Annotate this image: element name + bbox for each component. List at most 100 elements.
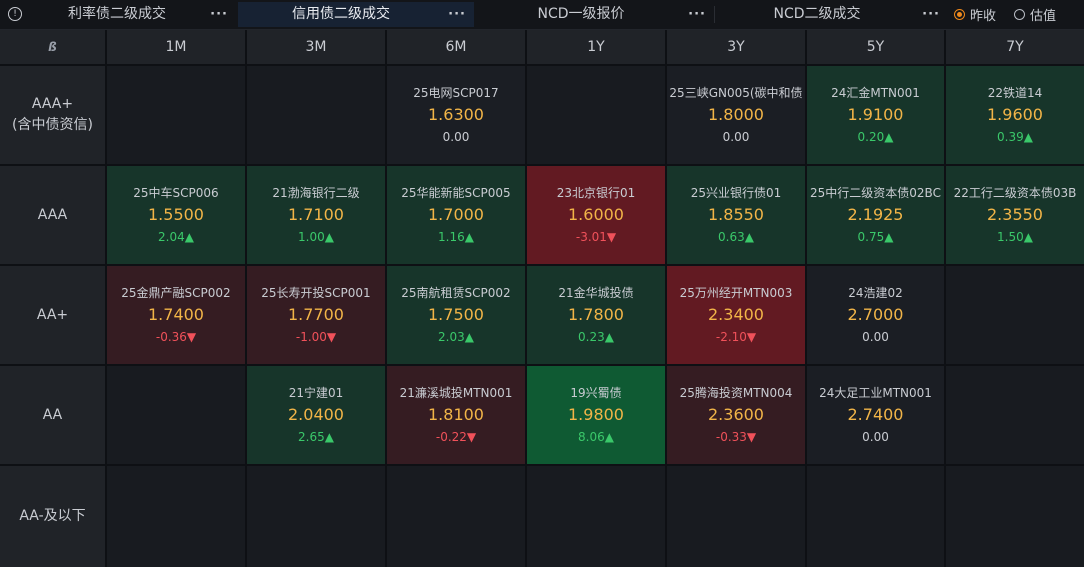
- bond-quote-cell[interactable]: 21宁建01 2.0400 2.65▲: [247, 366, 385, 464]
- bond-logo-icon: ß: [48, 40, 57, 54]
- bond-quote-cell[interactable]: 25三峡GN005(碳中和债 1.8000 0.00: [667, 66, 805, 164]
- more-options-icon[interactable]: ···: [210, 2, 228, 27]
- rating-label: AA-及以下: [0, 466, 105, 567]
- yield-change: 0.00: [862, 430, 889, 444]
- tab-ncd-secondary[interactable]: NCD二级成交 ···: [716, 2, 948, 27]
- empty-cell: [946, 466, 1084, 567]
- yield-value: 2.7400: [847, 405, 904, 424]
- tenor-header-5y: 5Y: [807, 30, 944, 64]
- radio-label: 估值: [1030, 9, 1057, 24]
- yield-change: -3.01▼: [575, 230, 617, 244]
- bond-quote-cell[interactable]: 23北京银行01 1.6000 -3.01▼: [527, 166, 665, 264]
- yield-change: 1.50▲: [997, 230, 1033, 244]
- bond-name: 24大足工业MTN001: [819, 386, 932, 400]
- bond-name: 25腾海投资MTN004: [679, 386, 793, 400]
- yield-value: 1.6300: [428, 105, 484, 124]
- bond-name: 21渤海银行二级: [272, 186, 360, 200]
- rating-label-text: AAA: [38, 205, 68, 226]
- radio-label: 昨收: [970, 9, 997, 24]
- bond-quote-cell[interactable]: 25金鼎产融SCP002 1.7400 -0.36▼: [107, 266, 245, 364]
- bond-quote-cell[interactable]: 25腾海投资MTN004 2.3600 -0.33▼: [667, 366, 805, 464]
- info-icon[interactable]: !: [8, 7, 22, 21]
- tenor-header-6m: 6M: [387, 30, 525, 64]
- bond-quote-cell[interactable]: 24浩建02 2.7000 0.00: [807, 266, 944, 364]
- bond-quote-cell[interactable]: 22铁道14 1.9600 0.39▲: [946, 66, 1084, 164]
- yield-value: 1.9800: [568, 405, 624, 424]
- bond-quote-cell[interactable]: 25南航租赁SCP002 1.7500 2.03▲: [387, 266, 525, 364]
- radio-checked-icon[interactable]: [954, 9, 965, 20]
- bond-quote-cell[interactable]: 25长寿开投SCP001 1.7700 -1.00▼: [247, 266, 385, 364]
- bond-name: 22工行二级资本债03B: [953, 186, 1077, 200]
- yield-change: -0.22▼: [435, 430, 477, 444]
- bond-name: 23北京银行01: [556, 186, 636, 200]
- tab-credit-bond-secondary[interactable]: 信用债二级成交 ···: [238, 2, 474, 27]
- empty-cell: [667, 466, 805, 567]
- bond-quote-cell[interactable]: 21金华城投债 1.7800 0.23▲: [527, 266, 665, 364]
- yield-change: 2.03▲: [438, 330, 474, 344]
- yield-value: 1.8100: [428, 405, 484, 424]
- yield-value: 1.8000: [708, 105, 764, 124]
- bond-name: 24浩建02: [848, 286, 903, 300]
- more-options-icon[interactable]: ···: [688, 2, 706, 27]
- empty-cell: [807, 466, 944, 567]
- bond-name: 24汇金MTN001: [831, 86, 920, 100]
- bond-name: 25南航租赁SCP002: [401, 286, 511, 300]
- yield-value: 2.3400: [708, 305, 764, 324]
- yield-change: 0.00: [862, 330, 889, 344]
- yield-value: 1.7400: [148, 305, 204, 324]
- empty-cell: [107, 66, 245, 164]
- yield-change: 0.63▲: [718, 230, 754, 244]
- radio-valuation[interactable]: 估值: [1014, 0, 1056, 29]
- tab-ncd-primary-quote[interactable]: NCD一级报价 ···: [478, 2, 714, 27]
- rating-label: AA: [0, 366, 105, 464]
- yield-change: -1.00▼: [295, 330, 337, 344]
- bond-quote-cell[interactable]: 21渤海银行二级 1.7100 1.00▲: [247, 166, 385, 264]
- rating-label: AAA: [0, 166, 105, 264]
- yield-value: 1.7800: [568, 305, 624, 324]
- bond-quote-cell[interactable]: 25兴业银行债01 1.8550 0.63▲: [667, 166, 805, 264]
- tab-label: NCD二级成交: [773, 6, 861, 22]
- bond-quote-cell[interactable]: 24汇金MTN001 1.9100 0.20▲: [807, 66, 944, 164]
- empty-cell: [387, 466, 525, 567]
- rating-label: AA+: [0, 266, 105, 364]
- yield-change: 1.16▲: [438, 230, 474, 244]
- top-bar: ! 利率债二级成交 ··· 信用债二级成交 ··· NCD一级报价 ··· NCD二级成交 ·…: [0, 0, 1084, 30]
- yield-value: 1.7500: [428, 305, 484, 324]
- yield-change: 0.39▲: [997, 130, 1033, 144]
- tab-label: 利率债二级成交: [68, 6, 166, 22]
- yield-change: 0.75▲: [857, 230, 894, 244]
- yield-change: 1.00▲: [298, 230, 334, 244]
- bond-name: 25长寿开投SCP001: [261, 286, 371, 300]
- bond-quote-cell[interactable]: 22工行二级资本债03B 2.3550 1.50▲: [946, 166, 1084, 264]
- rating-label-text: AAA+ (含中债资信): [12, 94, 93, 136]
- matrix-corner: ß: [0, 30, 105, 64]
- bond-name: 19兴蜀债: [570, 386, 622, 400]
- bond-quote-cell[interactable]: 21濂溪城投MTN001 1.8100 -0.22▼: [387, 366, 525, 464]
- bond-quote-cell[interactable]: 25中车SCP006 1.5500 2.04▲: [107, 166, 245, 264]
- rating-note: (含中债资信): [12, 117, 93, 133]
- bond-quote-cell[interactable]: 25中行二级资本债02BC 2.1925 0.75▲: [807, 166, 944, 264]
- yield-change: -0.33▼: [715, 430, 757, 444]
- radio-previous-close[interactable]: 昨收: [954, 0, 996, 29]
- empty-cell: [247, 466, 385, 567]
- more-options-icon[interactable]: ···: [448, 2, 466, 27]
- tenor-header-1y: 1Y: [527, 30, 665, 64]
- bond-quote-cell[interactable]: 25华能新能SCP005 1.7000 1.16▲: [387, 166, 525, 264]
- tenor-header-3y: 3Y: [667, 30, 805, 64]
- yield-change: 2.65▲: [298, 430, 334, 444]
- bond-quote-cell[interactable]: 25电网SCP017 1.6300 0.00: [387, 66, 525, 164]
- bond-name: 25金鼎产融SCP002: [121, 286, 231, 300]
- more-options-icon[interactable]: ···: [922, 2, 940, 27]
- bond-name: 25万州经开MTN003: [679, 286, 793, 300]
- yield-value: 2.7000: [847, 305, 904, 324]
- bond-quote-cell[interactable]: 19兴蜀债 1.9800 8.06▲: [527, 366, 665, 464]
- radio-unchecked-icon[interactable]: [1014, 9, 1025, 20]
- yield-change: -0.36▼: [155, 330, 197, 344]
- yield-change: 2.04▲: [158, 230, 194, 244]
- tenor-header-1m: 1M: [107, 30, 245, 64]
- bond-quote-cell[interactable]: 24大足工业MTN001 2.7400 0.00: [807, 366, 944, 464]
- tab-rate-bond-secondary[interactable]: 利率债二级成交 ···: [28, 2, 236, 27]
- bond-name: 25中车SCP006: [133, 186, 219, 200]
- bond-quote-cell[interactable]: 25万州经开MTN003 2.3400 -2.10▼: [667, 266, 805, 364]
- yield-value: 1.9100: [847, 105, 904, 124]
